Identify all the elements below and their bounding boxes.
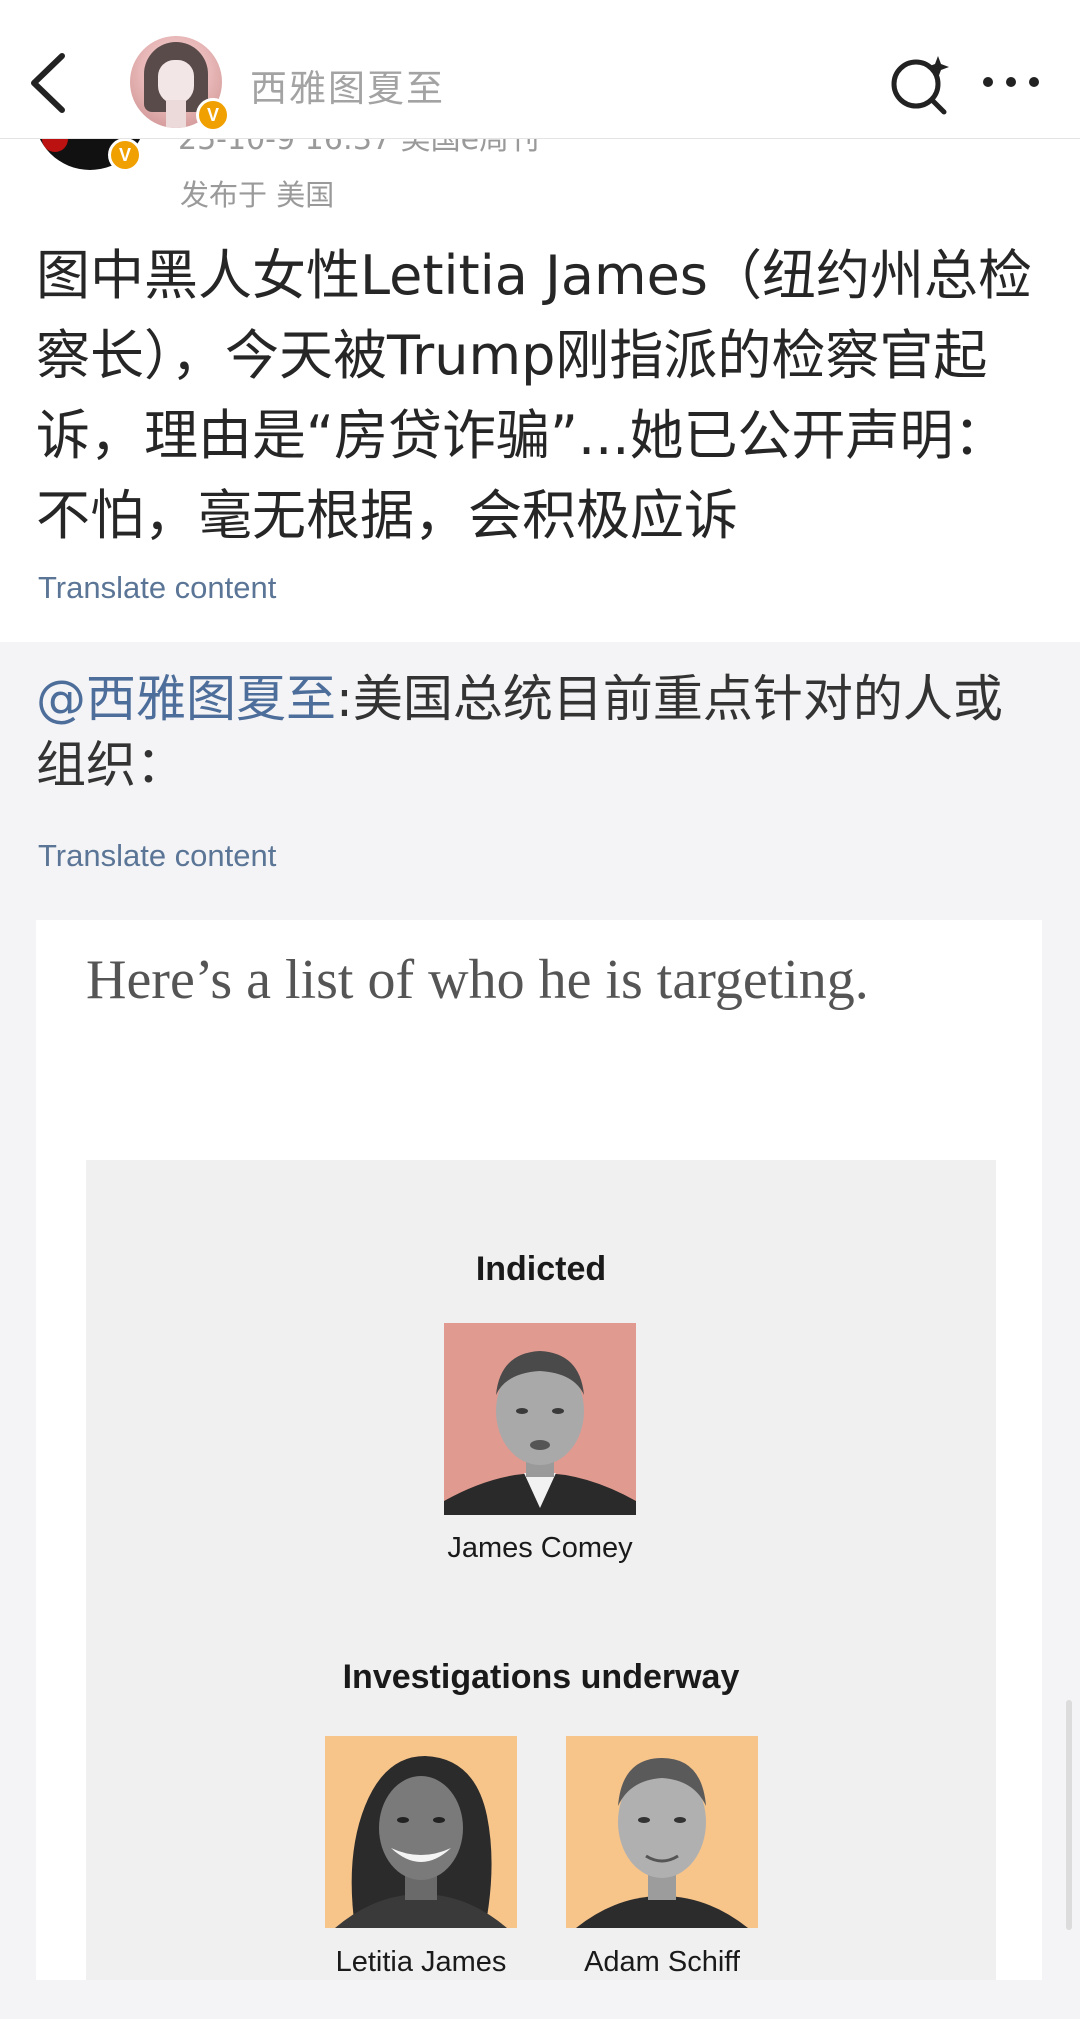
embedded-image[interactable]: Here’s a list of who he is targeting. In… <box>36 920 1042 1980</box>
portrait-adam-schiff <box>566 1736 758 1928</box>
translate-content-link[interactable]: Translate content <box>38 838 276 874</box>
scrollbar[interactable] <box>1066 1700 1072 1930</box>
person-name: Adam Schiff <box>584 1946 740 1978</box>
person-name: James Comey <box>447 1532 633 1564</box>
user-mention-link[interactable]: @西雅图夏至 <box>36 670 336 728</box>
repost-text: @西雅图夏至:美国总统目前重点针对的人或组织： <box>36 666 1046 798</box>
bottom-edge <box>0 1984 1080 2019</box>
more-options-button[interactable] <box>980 62 1042 102</box>
post-location: 发布于 美国 <box>180 178 335 212</box>
portrait-james-comey <box>444 1323 636 1515</box>
verified-badge-icon: V <box>108 138 142 172</box>
person-name: Letitia James <box>335 1946 507 1978</box>
nav-profile-name[interactable]: 西雅图夏至 <box>250 58 445 112</box>
image-headline: Here’s a list of who he is targeting. <box>86 949 869 1011</box>
post-body-text: 图中黑人女性Letitia James（纽约州总检察长），今天被Trump刚指派… <box>36 244 1032 547</box>
back-button[interactable] <box>22 48 76 118</box>
top-nav-bar: V 西雅图夏至 <box>0 0 1080 139</box>
verified-badge-icon: V <box>196 98 230 132</box>
section-indicted-title: Indicted <box>475 1250 607 1288</box>
more-dots-icon <box>983 77 1039 87</box>
targets-graphic: Indicted James Comey Investigations unde… <box>86 1160 996 1980</box>
chevron-left-icon <box>31 53 65 113</box>
search-button[interactable] <box>888 52 952 116</box>
translate-content-link[interactable]: Translate content <box>38 570 276 606</box>
portrait-letitia-james <box>325 1736 517 1928</box>
search-sparkle-icon <box>891 56 949 115</box>
section-investigations-title: Investigations underway <box>342 1658 740 1696</box>
